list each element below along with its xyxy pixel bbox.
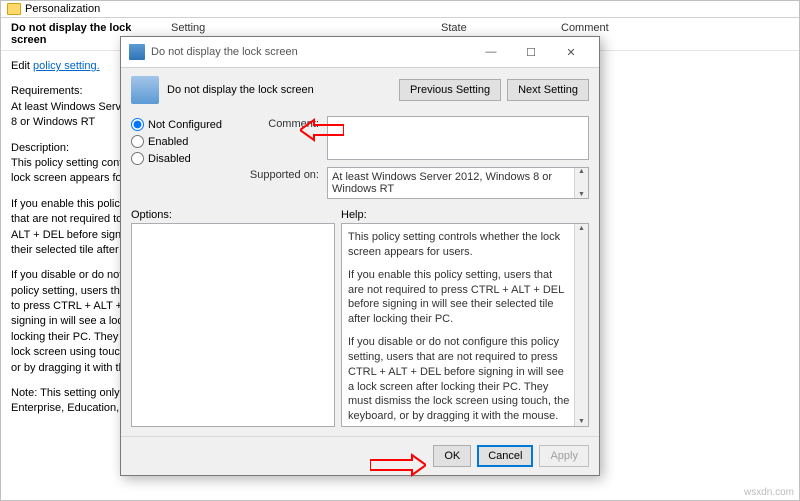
ok-button[interactable]: OK [433,445,471,467]
options-box [131,223,335,427]
policy-setting-link[interactable]: policy setting. [33,60,100,72]
folder-icon [7,3,21,15]
next-setting-button[interactable]: Next Setting [507,79,589,101]
radio-not-configured[interactable]: Not Configured [131,116,241,133]
annotation-arrow-ok [370,453,426,477]
comment-textarea[interactable] [327,116,589,160]
bg-titlebar: Personalization [1,1,799,18]
dialog-icon [129,44,145,60]
cancel-button[interactable]: Cancel [477,445,533,467]
help-label: Help: [341,209,589,221]
watermark: wsxdn.com [744,487,794,498]
help-scrollbar[interactable] [574,224,588,426]
dialog-heading: Do not display the lock screen [167,84,399,96]
close-button[interactable]: ✕ [551,42,591,62]
annotation-arrow-enabled [300,118,344,142]
scrollbar[interactable] [574,168,588,198]
radio-group: Not Configured Enabled Disabled [131,116,241,167]
supported-label: Supported on: [249,167,319,181]
minimize-button[interactable]: — [471,42,511,62]
maximize-button[interactable]: ☐ [511,42,551,62]
dialog-header: Do not display the lock screen Previous … [121,68,599,112]
supported-on-box: At least Windows Server 2012, Windows 8 … [327,167,589,199]
radio-enabled[interactable]: Enabled [131,133,241,150]
policy-dialog: Do not display the lock screen — ☐ ✕ Do … [120,36,600,476]
dialog-titlebar[interactable]: Do not display the lock screen — ☐ ✕ [121,37,599,68]
options-label: Options: [131,209,341,221]
policy-icon [131,76,159,104]
help-p1: This policy setting controls whether the… [348,230,570,260]
previous-setting-button[interactable]: Previous Setting [399,79,501,101]
dialog-footer: OK Cancel Apply [121,436,599,475]
help-p2: If you enable this policy setting, users… [348,268,570,327]
dialog-body: Not Configured Enabled Disabled Comment: [121,112,599,431]
bg-window-title: Personalization [25,3,100,15]
apply-button: Apply [539,445,589,467]
help-box: This policy setting controls whether the… [341,223,589,427]
dialog-title: Do not display the lock screen [151,46,471,58]
radio-disabled[interactable]: Disabled [131,150,241,167]
help-p3: If you disable or do not configure this … [348,335,570,424]
